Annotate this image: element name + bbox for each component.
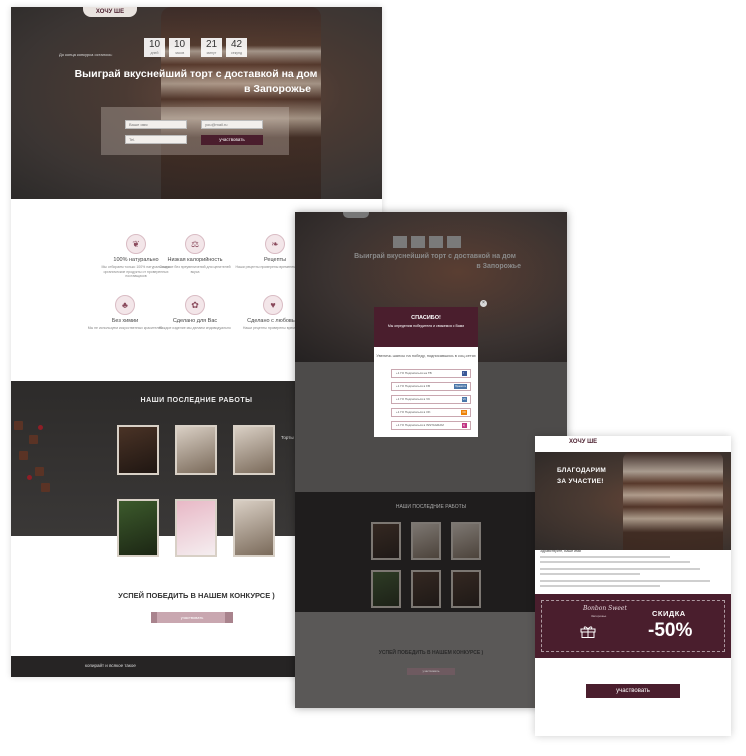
timer-minutes: 21 минут	[201, 38, 222, 57]
work-thumbnail[interactable]	[411, 570, 441, 608]
close-icon[interactable]: ×	[480, 300, 487, 307]
text-line	[540, 585, 660, 587]
chocolate-decor	[19, 451, 28, 460]
popup-screen: Выиграй вкуснейший торт с доставкой на д…	[295, 212, 567, 708]
book-icon: ❧	[265, 234, 285, 254]
promo-signature: Bonbon Sweet	[583, 605, 627, 612]
timer-box	[447, 236, 461, 248]
hero-title: Выиграй вкуснейший торт с доставкой на д…	[354, 253, 521, 270]
thank-you-popup: СПАСИБО! Мы определим победителя и свяже…	[374, 307, 478, 437]
work-thumbnail[interactable]	[411, 522, 441, 560]
feature-low-calorie: ⚖ Низкая калорийность Сладкое без преуве…	[155, 234, 235, 274]
subscribe-row[interactable]: +1 ГО Подписаться в INSTAGRAM ig	[391, 421, 471, 430]
cupcake-icon: ♣	[115, 295, 135, 315]
participate-button[interactable]: участвовать	[407, 668, 455, 675]
footer-copyright: копирайт и всякое такое	[85, 663, 136, 668]
subscribe-row[interactable]: +1 ГО Подписаться в OK OK	[391, 408, 471, 417]
work-thumbnail[interactable]	[233, 499, 275, 557]
popup-header: СПАСИБО! Мы определим победителя и свяже…	[374, 307, 478, 347]
chocolate-decor	[41, 483, 50, 492]
feature-made-for-you: ✿ Сделано для Вас Каждое изделие мы дела…	[155, 295, 235, 331]
works-note: Торты	[281, 435, 294, 440]
popup-title: СПАСИБО!	[411, 315, 441, 321]
subscribe-row[interactable]: +1 ГО Подписаться в FB Нравится	[391, 382, 471, 391]
subscribe-row[interactable]: +1 ГО Подписаться на ТВ f	[391, 369, 471, 378]
chocolate-decor	[14, 421, 23, 430]
work-thumbnail[interactable]	[175, 425, 217, 475]
work-thumbnail[interactable]	[117, 425, 159, 475]
text-line	[540, 556, 670, 558]
ok-icon[interactable]: OK	[461, 410, 467, 415]
cake-image	[161, 7, 321, 199]
hands-icon: ✿	[185, 295, 205, 315]
discount-value: -50%	[648, 620, 693, 641]
feature-no-chemicals: ♣ Без химии Мы не используем искусственн…	[85, 295, 165, 331]
instagram-icon[interactable]: ig	[462, 423, 467, 428]
phone-input[interactable]: Tel.	[125, 135, 187, 144]
leaf-icon: ❦	[126, 234, 146, 254]
timer-box	[393, 236, 407, 248]
entry-form: Ваше имя you@mail.ru Tel. участвовать	[101, 107, 289, 155]
ribbon-right	[225, 612, 233, 623]
email-input[interactable]: you@mail.ru	[201, 120, 263, 129]
berry-decor	[38, 425, 43, 430]
timer-box	[429, 236, 443, 248]
cake-image	[623, 452, 723, 550]
thank-you-screen: ХОЧУ ШЕ БЛАГОДАРИМ ЗА УЧАСТИЕ! Здравству…	[535, 436, 731, 736]
vk-icon[interactable]: VK	[461, 397, 467, 402]
text-line	[540, 561, 690, 563]
subscribe-row[interactable]: +1 ГО Подписаться в VK VK	[391, 395, 471, 404]
text-line	[540, 573, 640, 575]
work-thumbnail[interactable]	[371, 522, 401, 560]
mobile-header: ХОЧУ ШЕ	[535, 436, 731, 452]
like-icon[interactable]: Нравится	[453, 384, 467, 389]
timer-days: 10 дней	[144, 38, 165, 57]
timer-caption: До конца конкурса осталось:	[59, 52, 113, 57]
submit-button[interactable]: участвовать	[201, 135, 263, 145]
discount-promo: Bonbon Sweet Запорожье СКИДКА -50%	[535, 594, 731, 658]
popup-subtitle: Мы определим победителя и свяжемся с Вам…	[387, 324, 465, 328]
facebook-icon[interactable]: f	[462, 371, 467, 376]
logo[interactable]: ХОЧУ ШЕ	[569, 439, 597, 445]
participate-button[interactable]: участвовать	[586, 684, 680, 698]
name-input[interactable]: Ваше имя	[125, 120, 187, 129]
hero-title: Выиграй вкуснейший торт с доставкой на д…	[74, 68, 318, 95]
scale-icon: ⚖	[185, 234, 205, 254]
berry-decor	[27, 475, 32, 480]
greeting-text: Здравствуйте, Ваше имя!	[540, 549, 582, 553]
text-line	[540, 580, 710, 582]
logo	[343, 212, 369, 218]
timer-seconds: 42 секунд	[226, 38, 247, 57]
chocolate-decor	[29, 435, 38, 444]
heart-icon: ♥	[263, 295, 283, 315]
text-line	[540, 568, 700, 570]
work-thumbnail[interactable]	[451, 570, 481, 608]
gift-icon	[580, 626, 596, 638]
timer-box	[411, 236, 425, 248]
discount-label: СКИДКА	[652, 609, 686, 618]
work-thumbnail[interactable]	[175, 499, 217, 557]
work-thumbnail[interactable]	[451, 522, 481, 560]
logo[interactable]: ХОЧУ ШЕ	[83, 7, 137, 17]
hero-section: ХОЧУ ШЕ До конца конкурса осталось: 10 д…	[11, 7, 382, 199]
promo-frame	[541, 600, 725, 652]
promo-signature-sub: Запорожье	[591, 614, 607, 618]
popup-boost-text: Увеличь шансы на победу, подписавшись в …	[376, 353, 476, 358]
work-thumbnail[interactable]	[371, 570, 401, 608]
dim-works: НАШИ ПОСЛЕДНИЕ РАБОТЫ	[295, 492, 567, 612]
thank-you-title: БЛАГОДАРИМ ЗА УЧАСТИЕ!	[557, 467, 607, 485]
participate-button[interactable]: участвовать	[157, 612, 227, 623]
timer-hours: 10 часов	[169, 38, 190, 57]
work-thumbnail[interactable]	[233, 425, 275, 475]
chocolate-decor	[35, 467, 44, 476]
dim-cta: УСПЕЙ ПОБЕДИТЬ В НАШЕМ КОНКУРСЕ ) участв…	[295, 612, 567, 708]
work-thumbnail[interactable]	[117, 499, 159, 557]
